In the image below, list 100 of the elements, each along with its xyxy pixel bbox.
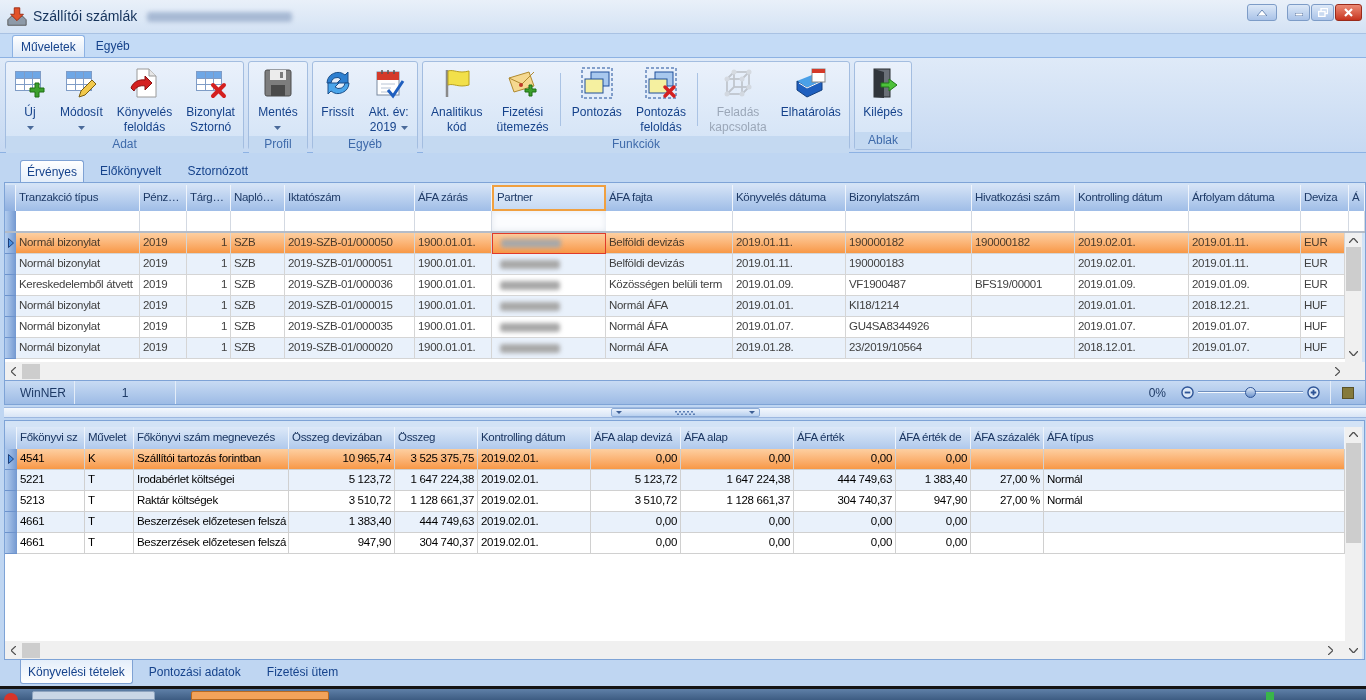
row-header[interactable]	[5, 449, 17, 470]
filter-field[interactable]	[492, 211, 606, 231]
ribbon-button[interactable]: Elhatárolás	[777, 65, 844, 121]
ribbon-button[interactable]: Analitikus kód	[428, 65, 486, 136]
table-row[interactable]: Kereskedelemből átvett 2019 1 SZB 2019-SZB-01/000036 1900.01.01. Közösségen belüli term 2019.01.09. VF1900487 BFS19/00001 2019.01.09. 2019.01.09. EUR	[5, 275, 1345, 296]
column-header[interactable]: Összeg	[395, 427, 478, 449]
zoom-reading: 0%	[1148, 384, 1166, 402]
zoom-in-icon[interactable]	[1307, 386, 1320, 399]
table-row[interactable]: 5213 T Raktár költségek 3 510,72 1 128 661,37 2019.02.01. 3 510,72 1 128 661,37 304 740,37 947,90 27,00 % Normál	[5, 491, 1345, 512]
splitter-bar[interactable]	[4, 407, 1366, 418]
column-header[interactable]: Főkönyvi szám megnevezés	[134, 427, 289, 449]
close-button[interactable]	[1335, 4, 1362, 21]
table-row[interactable]: Normál bizonylat 2019 1 SZB 2019-SZB-01/000035 1900.01.01. Normál ÁFA 2019.01.07. GU4SA8344926 2019.01.07. 2019.01.07. HUF	[5, 317, 1345, 338]
column-header[interactable]: ÁFA fajta	[606, 185, 733, 211]
column-header[interactable]: Összeg devizában	[289, 427, 395, 449]
column-header[interactable]: Pénz…	[140, 185, 187, 211]
ribbon-button[interactable]: Akt. év: 2019	[365, 65, 412, 136]
table-row[interactable]: 4661 T Beszerzések előzetesen felszá 947,90 304 740,37 2019.02.01. 0,00 0,00 0,00 0,00	[5, 533, 1345, 554]
column-header[interactable]: Kontrolling dátum	[478, 427, 591, 449]
stacked-frames-x-icon	[645, 67, 677, 99]
collapse-ribbon-button[interactable]	[1247, 4, 1277, 21]
scroll-thumb[interactable]	[1346, 247, 1361, 291]
column-header[interactable]: Árfolyam dátuma	[1189, 185, 1301, 211]
column-header[interactable]: Deviza	[1301, 185, 1349, 211]
splitter-handle[interactable]	[610, 408, 760, 417]
tray-arrow-icon	[6, 5, 28, 28]
table-cell: 304 740,37	[395, 533, 478, 554]
bottom-tab[interactable]: Könyvelési tételek	[20, 660, 133, 684]
column-header[interactable]: Bizonylatszám	[846, 185, 972, 211]
ribbon-button[interactable]: Pontozás	[568, 65, 625, 121]
column-header[interactable]: Á	[1349, 185, 1365, 211]
minimize-button[interactable]	[1287, 4, 1310, 21]
column-header[interactable]: Tranzakció típus	[16, 185, 140, 211]
document-tab[interactable]: Sztornózott	[177, 160, 259, 182]
ribbon-button[interactable]: Könyvelés feloldás	[113, 65, 176, 136]
ribbon-button[interactable]: Módosít	[57, 65, 106, 136]
scroll-thumb[interactable]	[1346, 443, 1361, 543]
stacked-frames-icon	[580, 67, 613, 99]
column-header[interactable]: Tárg…	[187, 185, 231, 211]
column-header[interactable]: ÁFA százalék	[971, 427, 1044, 449]
ribbon-button[interactable]: Mentés	[255, 65, 301, 136]
table-row[interactable]: Normál bizonylat 2019 1 SZB 2019-SZB-01/000015 1900.01.01. Normál ÁFA 2019.01.01. KI18/1214 2019.01.01. 2018.12.21. HUF	[5, 296, 1345, 317]
horizontal-scrollbar[interactable]	[5, 362, 1365, 380]
column-header[interactable]: Művelet	[85, 427, 134, 449]
table-cell: Normál ÁFA	[606, 338, 733, 359]
table-cell: 0,00	[681, 533, 794, 554]
column-header[interactable]: ÁFA érték de	[896, 427, 971, 449]
caret-up-icon	[1257, 9, 1267, 16]
table-row[interactable]: Normál bizonylat 2019 1 SZB 2019-SZB-01/000051 1900.01.01. Belföldi devizás 2019.01.11. 190000183 2019.02.01. 2019.01.11. EUR	[5, 254, 1345, 275]
ribbon-tab[interactable]: Műveletek	[12, 35, 85, 57]
scroll-thumb[interactable]	[22, 363, 40, 379]
ribbon-button[interactable]: Kilépés	[860, 65, 906, 121]
column-header[interactable]: Főkönyvi sz	[17, 427, 85, 449]
ribbon-button[interactable]: Frissít	[318, 65, 357, 121]
table-cell: 2019.01.07.	[1189, 338, 1301, 359]
group-label: Adat	[6, 136, 243, 153]
column-header[interactable]: Iktatószám	[285, 185, 415, 211]
column-header[interactable]: Kontrolling dátum	[1075, 185, 1189, 211]
horizontal-scrollbar[interactable]	[5, 641, 1345, 659]
ribbon-button[interactable]: Pontozás feloldás	[633, 65, 690, 136]
taskbar-button[interactable]	[32, 691, 155, 700]
caret-down-icon	[26, 125, 34, 130]
zoom-slider[interactable]	[1198, 387, 1303, 398]
square-icon[interactable]	[1342, 386, 1354, 399]
document-tab[interactable]: Érvényes	[20, 160, 85, 182]
column-header[interactable]: Hivatkozási szám	[972, 185, 1075, 211]
table-row[interactable]: 5221 T Irodabérlet költségei 5 123,72 1 647 224,38 2019.02.01. 5 123,72 1 647 224,38 444 749,63 1 383,40 27,00 % Normál	[5, 470, 1345, 491]
column-header[interactable]: Könyvelés dátuma	[733, 185, 846, 211]
bottom-tab[interactable]: Pontozási adatok	[138, 660, 251, 684]
zoom-out-icon[interactable]	[1181, 386, 1194, 399]
column-header[interactable]: Napló…	[231, 185, 285, 211]
column-header[interactable]: ÁFA zárás	[415, 185, 492, 211]
column-header[interactable]: ÁFA típus	[1044, 427, 1345, 449]
bottom-tab[interactable]: Fizetési ütem	[256, 660, 349, 684]
row-header[interactable]	[5, 233, 16, 254]
table-row[interactable]: Normál bizonylat 2019 1 SZB 2019-SZB-01/000020 1900.01.01. Normál ÁFA 2019.01.28. 23/2019/10564 2018.12.01. 2019.01.07. HUF	[5, 338, 1345, 359]
table-row[interactable]: 4541 K Szállítói tartozás forintban 10 965,74 3 525 375,75 2019.02.01. 0,00 0,00 0,00 0,00	[5, 449, 1345, 470]
ribbon-tab[interactable]: Egyéb	[86, 35, 139, 57]
document-tab[interactable]: Előkönyvelt	[90, 160, 172, 182]
taskbar-button[interactable]	[191, 691, 329, 700]
slider-thumb[interactable]	[1245, 387, 1256, 398]
caret-down-icon	[77, 125, 85, 130]
table-cell: 2019-SZB-01/000020	[285, 338, 415, 359]
group-label: Egyéb	[313, 136, 417, 153]
ribbon-button[interactable]: Fizetési ütemezés	[493, 65, 552, 136]
column-header[interactable]: ÁFA alap	[681, 427, 794, 449]
table-cell: SZB	[231, 338, 285, 359]
column-header[interactable]: Partner	[492, 185, 606, 211]
table-row[interactable]: Normál bizonylat 2019 1 SZB 2019-SZB-01/000050 1900.01.01. Belföldi devizás 2019.01.11. 190000182 190000182 2019.02.01. 2019.01.11. EUR	[5, 233, 1345, 254]
column-header[interactable]: ÁFA érték	[794, 427, 896, 449]
ribbon-button[interactable]: Bizonylat Sztornó	[183, 65, 238, 136]
ribbon-button[interactable]: Új	[11, 65, 49, 136]
vertical-scrollbar[interactable]	[1345, 233, 1362, 362]
row-header	[5, 211, 16, 231]
grip-icon	[675, 410, 695, 415]
scroll-thumb[interactable]	[22, 642, 40, 658]
vertical-scrollbar[interactable]	[1345, 427, 1362, 659]
column-header[interactable]: ÁFA alap devizá	[591, 427, 681, 449]
table-cell: 2019.02.01.	[478, 533, 591, 554]
table-row[interactable]: 4661 T Beszerzések előzetesen felszá 1 383,40 444 749,63 2019.02.01. 0,00 0,00 0,00 0,00	[5, 512, 1345, 533]
